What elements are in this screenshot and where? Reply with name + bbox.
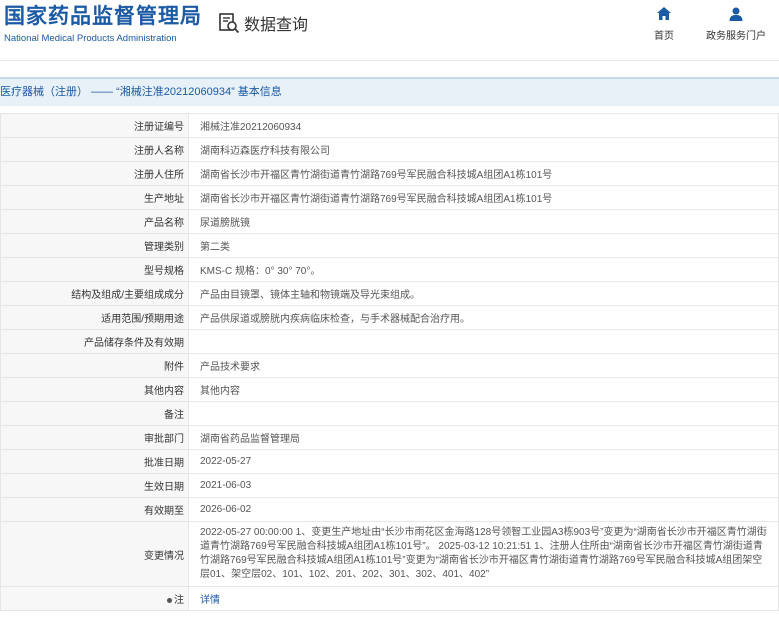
data-query-label: 数据查询 xyxy=(244,17,309,34)
row-value: 2022-05-27 xyxy=(188,449,779,474)
table-row: 批准日期 2022-05-27 xyxy=(0,449,779,474)
nav-home[interactable]: 首页 xyxy=(654,6,674,42)
nav-home-label: 首页 xyxy=(654,31,674,42)
table-row-change: 变更情况 2022-05-27 00:00:00 1、变更生产地址由“长沙市雨花… xyxy=(0,521,779,587)
table-row: 生效日期 2021-06-03 xyxy=(0,473,779,498)
row-value: 湖南省长沙市开福区青竹湖街道青竹湖路769号军民融合科技城A组团A1栋101号 xyxy=(188,185,779,210)
document-search-icon xyxy=(219,13,240,34)
row-label: 有效期至 xyxy=(0,497,189,522)
row-value: KMS-C 规格：0° 30° 70°。 xyxy=(188,257,779,282)
nav-services[interactable]: 政务服务门户 xyxy=(706,6,766,42)
site-header: 国家药品监督管理局 National Medical Products Admi… xyxy=(0,0,779,61)
table-row: 生产地址 湖南省长沙市开福区青竹湖街道青竹湖路769号军民融合科技城A组团A1栋1… xyxy=(0,185,779,210)
table-row: 其他内容 其他内容 xyxy=(0,377,779,402)
table-row: 注册证编号 湘械注准20212060934 xyxy=(0,113,779,138)
row-value: 尿道膀胱镜 xyxy=(188,209,779,234)
detail-table: 注册证编号 湘械注准20212060934 注册人名称 湖南科迈森医疗科技有限公司 注册… xyxy=(0,113,779,611)
nav-services-label: 政务服务门户 xyxy=(706,31,766,42)
row-value: 湘械注准20212060934 xyxy=(188,113,779,138)
table-row: 适用范围/预期用途 产品供尿道或膀胱内疾病临床检查，与手术器械配合治疗用。 xyxy=(0,305,779,330)
row-value: 详情 xyxy=(188,586,779,611)
row-label: 注册证编号 xyxy=(0,113,189,138)
row-label: 注 xyxy=(0,586,189,611)
row-label: 批准日期 xyxy=(0,449,189,474)
row-value: 2022-05-27 00:00:00 1、变更生产地址由“长沙市雨花区金海路1… xyxy=(188,521,779,587)
user-icon xyxy=(729,7,743,21)
row-value: 湖南科迈森医疗科技有限公司 xyxy=(188,137,779,162)
row-label: 附件 xyxy=(0,353,189,378)
row-label: 产品名称 xyxy=(0,209,189,234)
row-value xyxy=(188,329,779,354)
logo-title-cn: 国家药品监督管理局 xyxy=(4,5,202,28)
row-label: 产品储存条件及有效期 xyxy=(0,329,189,354)
row-value: 2026-06-02 xyxy=(188,497,779,522)
row-label: 管理类别 xyxy=(0,233,189,258)
row-label: 变更情况 xyxy=(0,521,189,587)
breadcrumb: 医疗器械（注册） —— “湘械注准20212060934” 基本信息 xyxy=(0,77,779,106)
data-query-title: 数据查询 xyxy=(218,11,308,35)
table-row: 有效期至 2026-06-02 xyxy=(0,497,779,522)
table-row: 附件 产品技术要求 xyxy=(0,353,779,378)
row-label: 适用范围/预期用途 xyxy=(0,305,189,330)
row-value: 湖南省药品监督管理局 xyxy=(188,425,779,450)
row-label: 结构及组成/主要组成成分 xyxy=(0,281,189,306)
table-row: 产品储存条件及有效期 xyxy=(0,329,779,354)
row-label: 生效日期 xyxy=(0,473,189,498)
table-row: 注册人名称 湖南科迈森医疗科技有限公司 xyxy=(0,137,779,162)
table-row: 产品名称 尿道膀胱镜 xyxy=(0,209,779,234)
table-row: 结构及组成/主要组成成分 产品由目镜罩、镜体主轴和物镜端及导光束组成。 xyxy=(0,281,779,306)
row-value: 湖南省长沙市开福区青竹湖街道青竹湖路769号军民融合科技城A组团A1栋101号 xyxy=(188,161,779,186)
row-label: 注册人住所 xyxy=(0,161,189,186)
row-label: 生产地址 xyxy=(0,185,189,210)
table-row: 型号规格 KMS-C 规格：0° 30° 70°。 xyxy=(0,257,779,282)
home-icon xyxy=(657,7,671,20)
row-value: 产品供尿道或膀胱内疾病临床检查，与手术器械配合治疗用。 xyxy=(188,305,779,330)
table-row: 注册人住所 湖南省长沙市开福区青竹湖街道青竹湖路769号军民融合科技城A组团A1栋… xyxy=(0,161,779,186)
table-row: 管理类别 第二类 xyxy=(0,233,779,258)
row-label: 注册人名称 xyxy=(0,137,189,162)
site-logo[interactable]: 国家药品监督管理局 National Medical Products Admi… xyxy=(4,5,202,45)
row-label: 备注 xyxy=(0,401,189,426)
logo-title-en: National Medical Products Administration xyxy=(4,33,177,44)
table-row: 备注 xyxy=(0,401,779,426)
row-value: 2021-06-03 xyxy=(188,473,779,498)
row-label: 审批部门 xyxy=(0,425,189,450)
table-row: 审批部门 湖南省药品监督管理局 xyxy=(0,425,779,450)
detail-link[interactable]: 详情 xyxy=(200,595,220,606)
row-value: 产品由目镜罩、镜体主轴和物镜端及导光束组成。 xyxy=(188,281,779,306)
bullet-icon xyxy=(167,597,172,603)
row-value: 第二类 xyxy=(188,233,779,258)
row-value: 其他内容 xyxy=(188,377,779,402)
row-value: 产品技术要求 xyxy=(188,353,779,378)
row-label: 型号规格 xyxy=(0,257,189,282)
table-row-note: 注 详情 xyxy=(0,586,779,611)
row-value xyxy=(188,401,779,426)
note-label: 注 xyxy=(174,595,184,606)
row-label: 其他内容 xyxy=(0,377,189,402)
